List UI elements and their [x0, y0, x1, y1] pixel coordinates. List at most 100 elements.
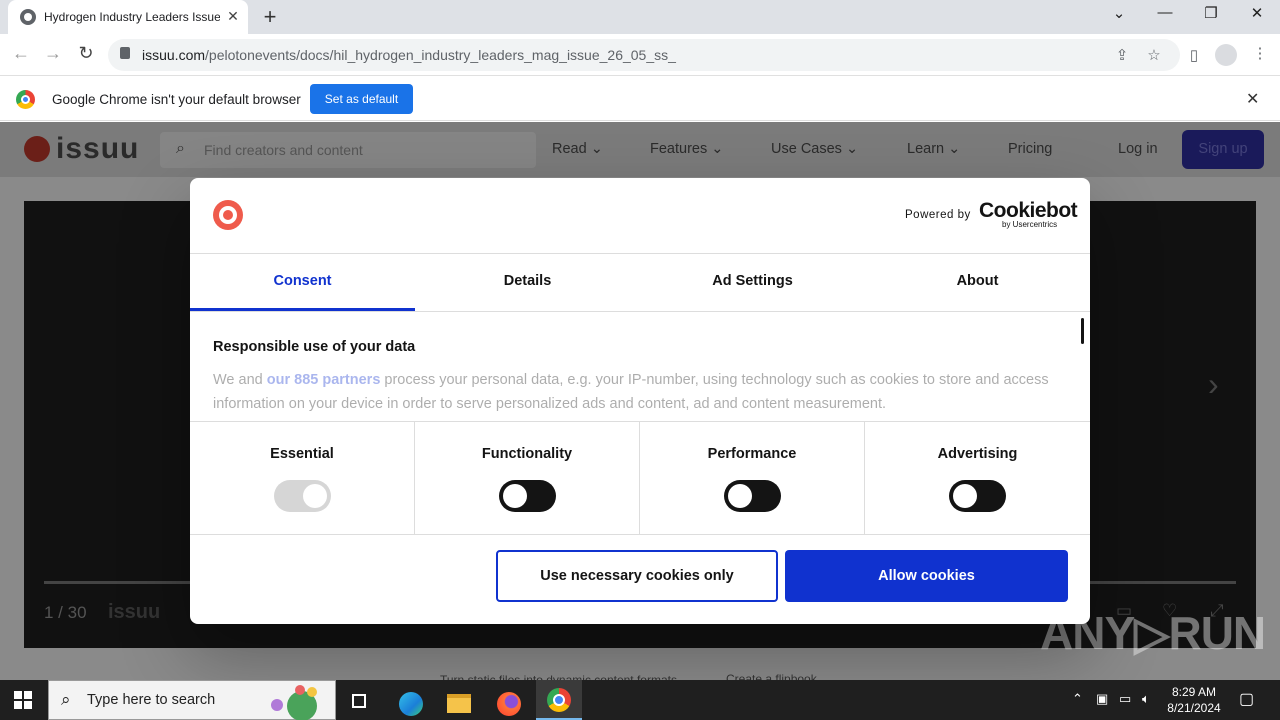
- menu-icon[interactable]: ⋮: [1250, 44, 1270, 62]
- nav-learn-label: Learn: [907, 141, 945, 157]
- search-icon: ⌕: [61, 690, 71, 709]
- nav-use-cases-label: Use Cases: [771, 141, 842, 157]
- tab-search-icon[interactable]: ⌄: [1104, 4, 1134, 22]
- reload-button[interactable]: ↻: [73, 43, 99, 64]
- back-button[interactable]: ←: [8, 43, 34, 64]
- star-icon[interactable]: ☆: [1144, 46, 1164, 64]
- tab-close-icon[interactable]: ✕: [224, 8, 242, 25]
- nav-use-cases[interactable]: Use Cases ⌄: [771, 141, 858, 157]
- folder-glyph: [447, 694, 471, 713]
- page-counter: 1 / 30: [44, 603, 87, 622]
- edge-glyph: [399, 692, 423, 716]
- category-label: Performance: [707, 446, 797, 462]
- share-icon[interactable]: ⇪: [1112, 46, 1132, 64]
- address-bar[interactable]: issuu.com/pelotonevents/docs/hil_hydroge…: [108, 39, 1180, 71]
- heart-shape: [295, 685, 305, 695]
- use-necessary-cookies-button[interactable]: Use necessary cookies only: [496, 550, 778, 602]
- minimize-button[interactable]: —: [1150, 4, 1180, 21]
- device-icon[interactable]: ▣: [1096, 691, 1108, 707]
- login-link[interactable]: Log in: [1118, 141, 1158, 157]
- nav-features[interactable]: Features ⌄: [650, 141, 723, 157]
- chevron-down-icon: ⌄: [948, 141, 961, 157]
- scrollbar[interactable]: [1081, 318, 1084, 344]
- windows-taskbar: ⌕ Type here to search ⌃ ▣ ▭ 🔈︎ 8:29 AM 8…: [0, 680, 1280, 720]
- firefox-icon[interactable]: [486, 684, 530, 720]
- cookiebot-sub: by Usercentrics: [1002, 220, 1058, 229]
- tab-about[interactable]: About: [865, 254, 1090, 311]
- task-view-icon[interactable]: [338, 684, 382, 720]
- bubble-shape: [307, 687, 317, 697]
- notifications-icon[interactable]: ▢: [1239, 689, 1254, 709]
- search-icon: ⌕: [176, 140, 185, 157]
- task-view-glyph: [352, 694, 366, 708]
- taskbar-clock[interactable]: 8:29 AM 8/21/2024: [1160, 684, 1228, 716]
- body-text-start: We and: [213, 372, 267, 388]
- file-explorer-icon[interactable]: [436, 684, 480, 720]
- category-functionality: Functionality: [415, 422, 640, 534]
- close-window-button[interactable]: ✕: [1242, 4, 1272, 22]
- chevron-down-icon: ⌄: [590, 141, 603, 157]
- chevron-down-icon: ⌄: [711, 141, 724, 157]
- divider: [190, 534, 1090, 535]
- consent-body-text: We and our 885 partners process your per…: [213, 368, 1053, 416]
- url-text[interactable]: issuu.com/pelotonevents/docs/hil_hydroge…: [142, 47, 676, 63]
- infobar-message: Google Chrome isn't your default browser: [52, 92, 301, 107]
- next-page-icon[interactable]: ›: [1208, 366, 1219, 403]
- powered-by-label: Powered by: [905, 209, 971, 221]
- nav-learn[interactable]: Learn ⌄: [907, 141, 960, 157]
- nav-pricing[interactable]: Pricing: [1008, 141, 1052, 157]
- tab-ad-settings[interactable]: Ad Settings: [640, 254, 865, 311]
- search-highlight-icon: [261, 685, 331, 720]
- viewer-logo: issuu: [108, 601, 161, 623]
- category-label: Functionality: [481, 446, 573, 462]
- nav-read[interactable]: Read ⌄: [552, 141, 603, 157]
- edge-icon[interactable]: [388, 684, 432, 720]
- chrome-logo-icon: [16, 90, 35, 109]
- signup-button[interactable]: Sign up: [1182, 130, 1264, 169]
- forward-button[interactable]: →: [40, 43, 66, 64]
- lock-icon[interactable]: [120, 47, 130, 59]
- category-performance: Performance: [640, 422, 865, 534]
- nav-features-label: Features: [650, 141, 708, 157]
- issuu-logo-icon[interactable]: [24, 136, 50, 162]
- issuu-wordmark[interactable]: issuu: [56, 132, 139, 166]
- issuu-logo-icon: [213, 200, 243, 230]
- cookie-consent-dialog: Powered by Cookiebot by Usercentrics Con…: [190, 178, 1090, 624]
- tab-title: Hydrogen Industry Leaders Issue: [44, 10, 220, 24]
- category-advertising: Advertising: [865, 422, 1090, 534]
- chrome-taskbar-button[interactable]: [536, 680, 582, 720]
- sidepanel-icon[interactable]: ▯: [1184, 46, 1204, 64]
- chevron-up-icon[interactable]: ⌃: [1072, 691, 1083, 707]
- category-essential: Essential: [190, 422, 415, 534]
- advertising-toggle[interactable]: [949, 480, 1006, 512]
- profile-icon[interactable]: [1215, 44, 1237, 66]
- tab-details[interactable]: Details: [415, 254, 640, 311]
- bubble-shape: [271, 699, 283, 711]
- partners-link[interactable]: our 885 partners: [267, 372, 381, 388]
- performance-toggle[interactable]: [724, 480, 781, 512]
- site-search-input[interactable]: ⌕ Find creators and content: [160, 132, 536, 168]
- set-as-default-button[interactable]: Set as default: [310, 84, 413, 114]
- functionality-toggle[interactable]: [499, 480, 556, 512]
- browser-tab[interactable]: Hydrogen Industry Leaders Issue ✕: [8, 0, 248, 34]
- taskbar-search-placeholder: Type here to search: [87, 692, 216, 708]
- windows-start-icon[interactable]: [14, 691, 32, 709]
- start-pane: [24, 701, 32, 709]
- volume-icon[interactable]: 🔈︎: [1142, 691, 1150, 707]
- site-search-placeholder: Find creators and content: [204, 142, 363, 158]
- tab-consent[interactable]: Consent: [190, 254, 415, 311]
- consent-heading: Responsible use of your data: [213, 339, 416, 355]
- start-pane: [14, 691, 22, 699]
- firefox-glyph: [497, 692, 521, 716]
- taskbar-search-input[interactable]: ⌕ Type here to search: [48, 680, 336, 720]
- browser-tab-strip: Hydrogen Industry Leaders Issue ✕ + ⌄ — …: [0, 0, 1280, 34]
- allow-cookies-button[interactable]: Allow cookies: [785, 550, 1068, 602]
- restore-button[interactable]: ❐: [1196, 4, 1226, 22]
- infobar-close-icon[interactable]: ✕: [1246, 89, 1259, 109]
- new-tab-button[interactable]: +: [258, 4, 282, 30]
- chrome-icon: [547, 688, 571, 712]
- site-header: issuu ⌕ Find creators and content Read ⌄…: [0, 122, 1280, 177]
- category-label: Advertising: [937, 446, 1018, 462]
- network-icon[interactable]: ▭: [1119, 691, 1131, 707]
- start-pane: [14, 701, 22, 709]
